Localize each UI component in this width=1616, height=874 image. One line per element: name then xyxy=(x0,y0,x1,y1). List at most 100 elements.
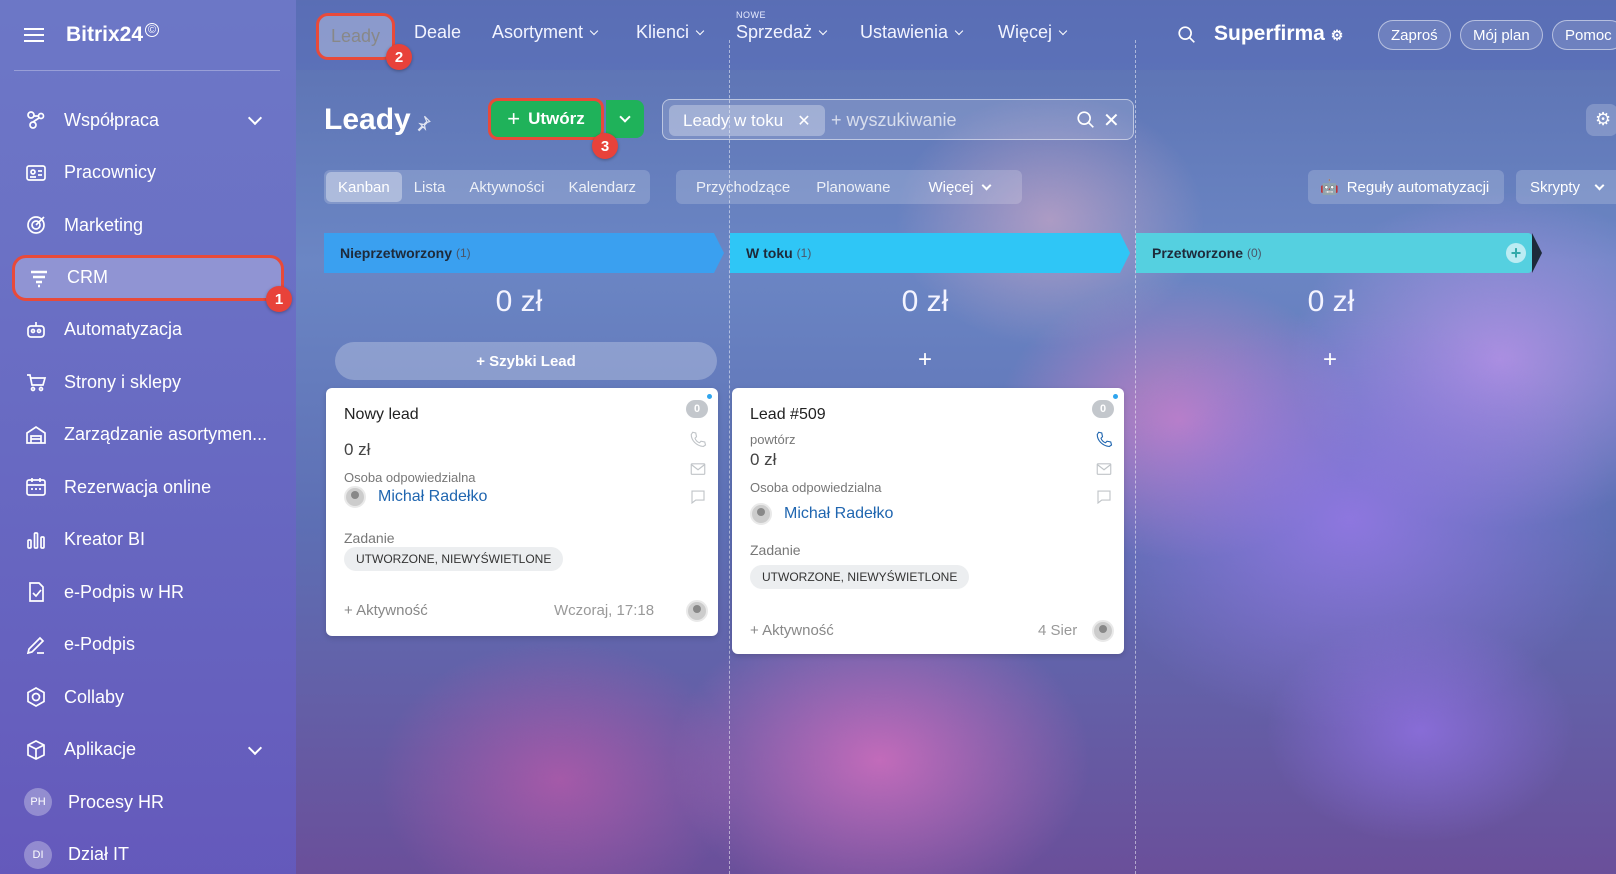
scripts-button[interactable]: Skrypty xyxy=(1516,170,1616,204)
card-amount: 0 zł xyxy=(344,440,371,459)
sidebar-item-label: Collaby xyxy=(64,686,125,707)
chevron-down-icon xyxy=(954,26,964,35)
add-item-icon[interactable]: + xyxy=(918,346,932,374)
avatar xyxy=(1092,620,1114,642)
add-activity-link[interactable]: + Aktywność xyxy=(344,602,428,619)
sidebar-item-dzial-it[interactable]: DI Dział IT xyxy=(0,829,296,874)
brand-logo[interactable]: Bitrix24 © xyxy=(66,23,160,47)
phone-icon[interactable] xyxy=(688,430,708,448)
sidebar-item-wspolpraca[interactable]: Współpraca xyxy=(0,94,296,147)
create-label: Utwórz xyxy=(528,109,585,128)
sidebar-item-pracownicy[interactable]: Pracownicy xyxy=(0,147,296,200)
tab-klienci[interactable]: Klienci xyxy=(636,22,705,43)
lead-card[interactable]: 0 Lead #509 powtórz 0 zł Osoba odpowiedz… xyxy=(732,388,1124,654)
sidebar-item-marketing[interactable]: Marketing xyxy=(0,199,296,252)
search-icon[interactable] xyxy=(1176,24,1198,46)
quick-lead-button[interactable]: + Szybki Lead xyxy=(335,342,717,380)
logo-row: Bitrix24 © xyxy=(24,20,160,50)
sidebar-item-strony[interactable]: Strony i sklepy xyxy=(0,356,296,409)
sidebar-item-asortyment[interactable]: Zarządzanie asortymen... xyxy=(0,409,296,462)
sidebar-item-label: Zarządzanie asortymen... xyxy=(64,424,268,445)
responsible-user[interactable]: Michał Radełko xyxy=(344,486,487,508)
invite-button[interactable]: Zaproś xyxy=(1378,20,1451,50)
sidebar-item-epodpis[interactable]: e-Podpis xyxy=(0,619,296,672)
search-icon[interactable] xyxy=(1075,109,1097,131)
add-activity-link[interactable]: + Aktywność xyxy=(750,622,834,639)
tab-label: Więcej xyxy=(928,178,974,196)
filter-search-box[interactable]: Leady w toku ✕ + wyszukiwanie ✕ xyxy=(662,99,1134,140)
tab-deale[interactable]: Deale xyxy=(414,22,461,43)
sidebar-item-label: Marketing xyxy=(64,214,144,235)
phone-icon[interactable] xyxy=(1094,430,1114,448)
sidebar-item-label: e-Podpis xyxy=(64,634,136,655)
gear-icon: ⚙ xyxy=(1595,109,1612,129)
tab-przychodzace[interactable]: Przychodzące xyxy=(676,172,802,202)
sidebar-item-label: e-Podpis w HR xyxy=(64,581,185,602)
tab-wiecej[interactable]: Więcej xyxy=(998,22,1068,43)
sidebar-item-collaby[interactable]: Collaby xyxy=(0,671,296,724)
column-header[interactable]: W toku (1) xyxy=(730,233,1130,273)
chevron-down-icon xyxy=(247,740,263,755)
add-column-icon[interactable]: + xyxy=(1506,243,1526,263)
pin-icon[interactable] xyxy=(414,114,432,132)
column-title: W toku xyxy=(746,245,793,261)
help-button[interactable]: Pomoc xyxy=(1552,20,1616,50)
add-item-icon[interactable]: + xyxy=(1323,346,1337,374)
card-title[interactable]: Nowy lead xyxy=(344,406,419,424)
column-header[interactable]: Nieprzetworzony (1) xyxy=(324,233,724,273)
responsible-user[interactable]: Michał Radełko xyxy=(750,503,893,525)
tab-lista[interactable]: Lista xyxy=(402,172,458,202)
mail-icon[interactable] xyxy=(1094,460,1114,478)
sidebar-item-rezerwacja[interactable]: Rezerwacja online xyxy=(0,461,296,514)
sidebar-item-epodpis-hr[interactable]: e-Podpis w HR xyxy=(0,566,296,619)
step-badge-2: 2 xyxy=(386,44,412,70)
tab-leady[interactable]: Leady xyxy=(316,13,396,60)
company-label: Superfirma xyxy=(1214,22,1325,45)
sidebar-item-crm[interactable]: CRM xyxy=(12,254,284,301)
status-badge: UTWORZONE, NIEWYŚWIETLONE xyxy=(344,547,564,571)
user-name: Michał Radełko xyxy=(784,505,894,522)
tab-sprzedaz[interactable]: Sprzedaż xyxy=(736,22,828,43)
sidebar-item-kreator-bi[interactable]: Kreator BI xyxy=(0,514,296,567)
create-dropdown-button[interactable] xyxy=(606,100,644,138)
bar-chart-icon xyxy=(24,528,48,552)
mail-icon[interactable] xyxy=(688,460,708,478)
chevron-down-icon xyxy=(589,26,599,35)
sidebar-item-aplikacje[interactable]: Aplikacje xyxy=(0,724,296,777)
sidebar-item-procesy-hr[interactable]: PH Procesy HR xyxy=(0,776,296,829)
tab-label: Deale xyxy=(414,22,462,42)
group-avatar: DI xyxy=(24,840,52,869)
clear-icon[interactable]: ✕ xyxy=(1103,108,1120,133)
create-button[interactable]: + Utwórz xyxy=(488,98,604,140)
tab-wiecej-filters[interactable]: Więcej xyxy=(902,172,1002,202)
gear-button[interactable]: ⚙ xyxy=(1586,104,1616,136)
tab-kalendarz[interactable]: Kalendarz xyxy=(556,172,648,202)
lead-card[interactable]: 0 Nowy lead 0 zł Osoba odpowiedzialna Mi… xyxy=(326,388,718,636)
sidebar: Bitrix24 © Współpraca Pracownicy Marketin… xyxy=(0,0,296,874)
filter-chip[interactable]: Leady w toku ✕ xyxy=(669,105,825,136)
sidebar-item-label: Pracownicy xyxy=(64,162,157,183)
card-title[interactable]: Lead #509 xyxy=(750,406,826,424)
avatar xyxy=(344,486,366,508)
tab-aktywnosci[interactable]: Aktywności xyxy=(457,172,556,202)
column-header[interactable]: Przetworzone (0) + xyxy=(1136,233,1542,273)
column-count: (1) xyxy=(796,246,812,260)
hamburger-menu-icon[interactable] xyxy=(24,28,44,42)
automation-rules-button[interactable]: 🤖 Reguły automatyzacji xyxy=(1308,170,1504,204)
tab-kanban[interactable]: Kanban xyxy=(326,172,402,202)
tab-label: Klienci xyxy=(636,22,690,42)
my-plan-button[interactable]: Mój plan xyxy=(1460,20,1543,50)
company-name[interactable]: Superfirma ⚙ xyxy=(1214,22,1343,46)
tab-ustawienia[interactable]: Ustawienia xyxy=(860,22,964,43)
search-input[interactable]: + wyszukiwanie xyxy=(831,110,957,131)
tab-asortyment[interactable]: Asortyment xyxy=(492,22,599,43)
tab-planowane[interactable]: Planowane xyxy=(802,172,902,202)
sidebar-item-label: Automatyzacja xyxy=(64,319,183,340)
plus-icon: + xyxy=(507,106,521,131)
chevron-down-icon xyxy=(818,26,828,35)
chat-icon[interactable] xyxy=(1094,488,1114,506)
close-icon[interactable]: ✕ xyxy=(797,111,810,131)
sidebar-item-label: Kreator BI xyxy=(64,529,146,550)
sidebar-item-automatyzacja[interactable]: Automatyzacja xyxy=(0,304,296,357)
chat-icon[interactable] xyxy=(688,488,708,506)
